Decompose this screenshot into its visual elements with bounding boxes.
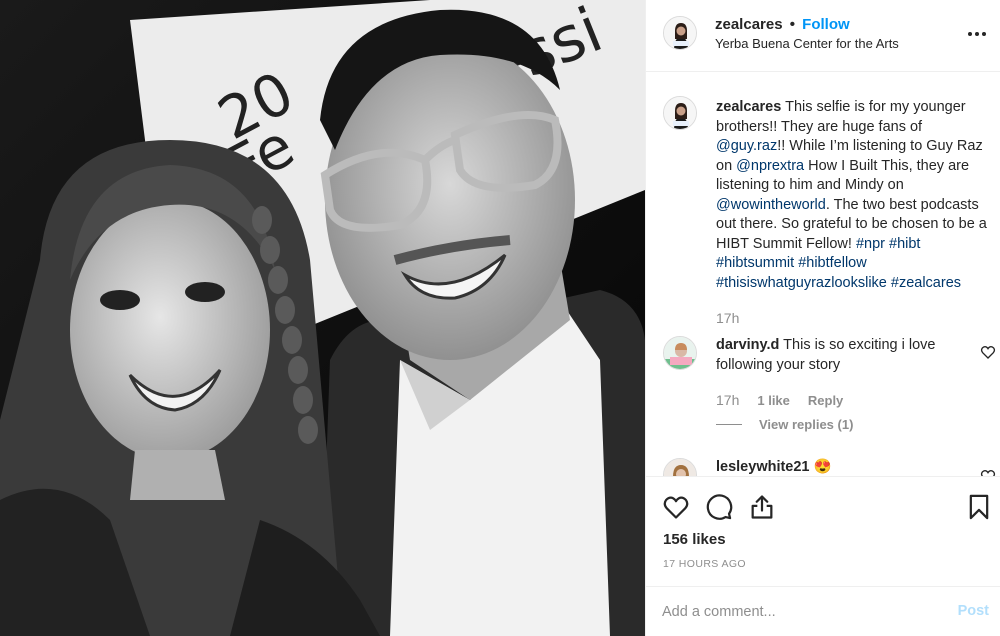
post-caption: zealcares This selfie is for my younger … (716, 98, 991, 293)
comment-body: 😍 (813, 459, 832, 475)
girl-face (70, 200, 270, 460)
follow-button[interactable]: Follow (802, 16, 850, 33)
view-replies-label: View replies (1) (759, 417, 854, 432)
caption-hashtag[interactable]: #hibt (889, 236, 920, 252)
post-sidebar: zealcares • Follow Yerba Buena Center fo… (645, 0, 1000, 636)
post-header: zealcares • Follow Yerba Buena Center fo… (646, 0, 1000, 72)
comment-input[interactable] (662, 599, 932, 625)
avatar[interactable] (663, 336, 697, 370)
heart-icon[interactable] (662, 493, 690, 521)
reply-button[interactable]: Reply (808, 393, 843, 408)
add-comment-bar: Post (646, 586, 1000, 636)
caption-mention[interactable]: @wowintheworld (716, 197, 826, 213)
header-user-line: zealcares • Follow (715, 16, 850, 33)
caption-hashtag[interactable]: #hibtsummit (716, 255, 794, 271)
avatar[interactable] (663, 458, 697, 476)
instagram-post: 20 Fe essi (0, 0, 1000, 636)
caption-hashtag[interactable]: #zealcares (891, 275, 961, 291)
heart-icon[interactable] (980, 344, 996, 360)
post-actions: 156 likes 17 HOURS AGO (646, 476, 1000, 586)
comment-icon[interactable] (705, 493, 733, 521)
caption-mention[interactable]: @nprextra (736, 158, 804, 174)
avatar[interactable] (663, 16, 697, 50)
heart-icon[interactable] (980, 468, 996, 476)
caption-hashtag[interactable]: #npr (856, 236, 885, 252)
likes-count[interactable]: 156 likes (663, 531, 726, 548)
bookmark-icon[interactable] (965, 493, 993, 521)
caption-hashtag[interactable]: #thisiswhatguyrazlookslike (716, 275, 887, 291)
view-replies-button[interactable]: View replies (1) (716, 417, 853, 432)
post-photo[interactable]: 20 Fe essi (0, 0, 645, 636)
caption-username[interactable]: zealcares (716, 99, 781, 115)
avatar[interactable] (663, 96, 697, 130)
divider (716, 424, 742, 425)
comment-username[interactable]: lesleywhite21 (716, 459, 810, 475)
caption-mention[interactable]: @guy.raz (716, 138, 777, 154)
comment-text: lesleywhite21 😍 (716, 458, 832, 475)
header-separator: • (789, 16, 795, 33)
selfie-image: 20 Fe essi (0, 0, 645, 636)
post-comment-button[interactable]: Post (958, 603, 989, 619)
comments-section[interactable]: zealcares This selfie is for my younger … (646, 72, 1000, 476)
comment-likes[interactable]: 1 like (757, 393, 790, 408)
comment-text: darviny.d This is so exciting i love fol… (716, 336, 966, 375)
caption-hashtag[interactable]: #hibtfellow (798, 255, 867, 271)
post-timestamp[interactable]: 17 HOURS AGO (663, 558, 746, 570)
comment-username[interactable]: darviny.d (716, 337, 779, 353)
comment-time[interactable]: 17h (716, 392, 739, 408)
more-horizontal-icon[interactable] (965, 24, 989, 44)
location-link[interactable]: Yerba Buena Center for the Arts (715, 36, 899, 51)
comment-meta: 17h 1 like Reply (716, 392, 843, 408)
share-icon[interactable] (748, 493, 776, 521)
header-username[interactable]: zealcares (715, 16, 783, 33)
caption-time[interactable]: 17h (716, 310, 739, 326)
